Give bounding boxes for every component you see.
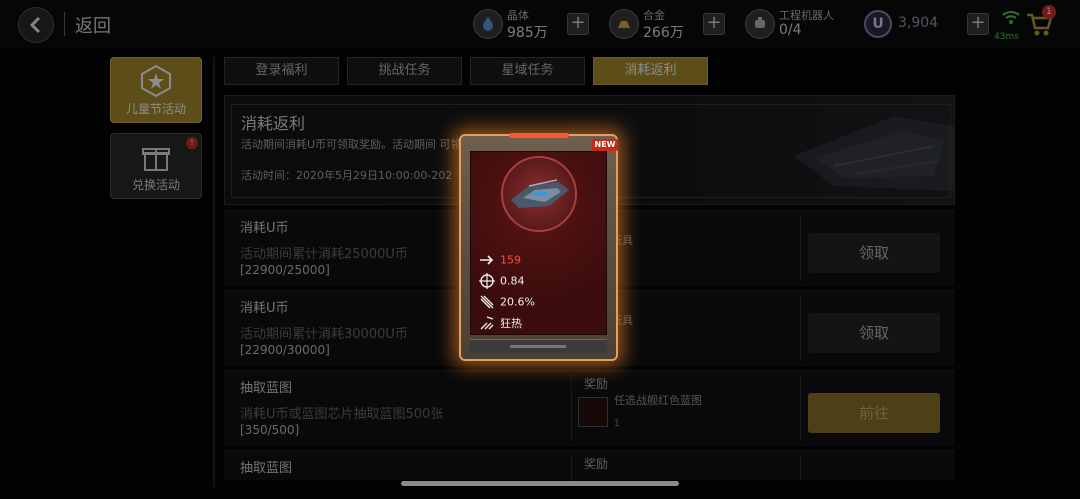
- home-indicator[interactable]: [401, 481, 679, 486]
- stat-accuracy: 0.84: [479, 273, 525, 289]
- card-top-light: [509, 133, 569, 138]
- missile-icon: [480, 295, 494, 309]
- crosshair-icon: [479, 273, 495, 289]
- stat-value: 狂热: [500, 317, 522, 330]
- card-face: 159 0.84 20.6% 狂热: [470, 151, 607, 335]
- card-footer: [470, 339, 607, 353]
- speed-icon: [480, 255, 494, 265]
- stat-value: 0.84: [500, 274, 525, 288]
- ship-card-popup[interactable]: NEW 159 0.84 20.6% 狂热: [459, 133, 618, 361]
- new-badge: NEW: [592, 139, 618, 151]
- stat-trait: 狂热: [479, 315, 522, 331]
- card-footer-bar: [510, 345, 566, 348]
- stat-value: 159: [500, 253, 521, 267]
- frenzy-icon: [480, 316, 494, 330]
- stat-value: 20.6%: [500, 295, 535, 309]
- stat-missile: 20.6%: [479, 294, 535, 310]
- warship-icon: [511, 179, 569, 208]
- stat-speed: 159: [479, 252, 521, 268]
